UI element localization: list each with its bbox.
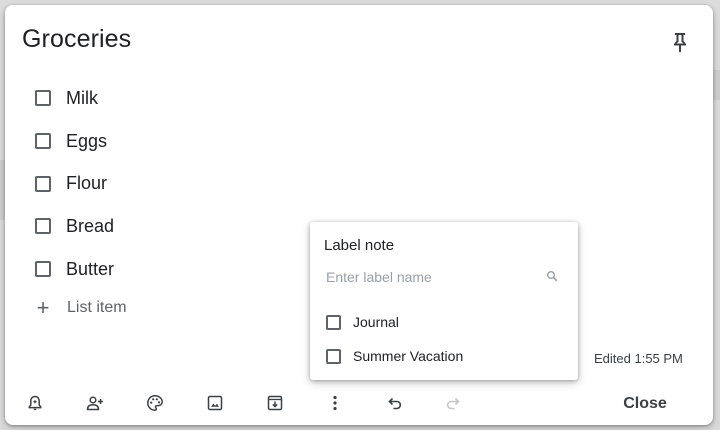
item-checkbox[interactable] xyxy=(35,175,51,192)
collaborator-icon xyxy=(86,396,103,411)
note-toolbar: Close xyxy=(5,385,713,419)
background-options-button[interactable] xyxy=(140,388,170,418)
pin-icon xyxy=(674,33,686,53)
item-text[interactable]: Bread xyxy=(66,216,114,237)
add-list-item[interactable]: + List item xyxy=(35,288,127,328)
item-checkbox[interactable] xyxy=(35,218,51,235)
item-text[interactable]: Butter xyxy=(66,259,114,280)
label-note-popup: Label note Journal Summer Vacation xyxy=(310,222,578,380)
label-checkbox[interactable] xyxy=(326,314,341,330)
redo-button[interactable] xyxy=(438,388,468,418)
checklist: Milk Eggs Flour Bread Butter + List item xyxy=(35,77,127,328)
undo-icon xyxy=(388,397,402,410)
label-name: Summer Vacation xyxy=(353,348,464,364)
label-search xyxy=(324,266,564,288)
label-option-summer-vacation[interactable]: Summer Vacation xyxy=(326,348,463,364)
image-icon xyxy=(207,395,223,411)
item-text[interactable]: Flour xyxy=(66,173,107,194)
plus-icon: + xyxy=(36,295,50,321)
undo-button[interactable] xyxy=(380,388,410,418)
remind-me-button[interactable] xyxy=(20,388,50,418)
remind-bell-icon xyxy=(28,395,42,411)
list-item: Eggs xyxy=(35,120,127,163)
item-checkbox[interactable] xyxy=(35,133,51,150)
background-strip xyxy=(713,70,720,100)
list-item: Milk xyxy=(35,77,127,120)
list-item: Flour xyxy=(35,162,127,205)
label-checkbox[interactable] xyxy=(326,348,341,364)
edited-timestamp: Edited 1:55 PM xyxy=(594,351,683,366)
pin-button[interactable] xyxy=(663,25,697,59)
palette-icon xyxy=(147,395,163,411)
archive-button[interactable] xyxy=(260,388,290,418)
search-icon xyxy=(546,269,558,287)
note-card: Groceries Milk Eggs Flour Bread Butter + xyxy=(5,5,713,425)
add-image-button[interactable] xyxy=(200,388,230,418)
collaborator-button[interactable] xyxy=(80,388,110,418)
archive-icon xyxy=(267,395,283,411)
close-button[interactable]: Close xyxy=(609,390,681,418)
list-item: Butter xyxy=(35,248,127,291)
list-item: Bread xyxy=(35,205,127,248)
popup-title: Label note xyxy=(324,237,395,254)
item-text[interactable]: Eggs xyxy=(66,131,107,152)
add-list-item-label: List item xyxy=(67,299,127,317)
item-text[interactable]: Milk xyxy=(66,88,98,109)
more-vert-icon xyxy=(333,395,337,411)
note-title[interactable]: Groceries xyxy=(22,25,131,54)
more-options-button[interactable] xyxy=(320,388,350,418)
redo-icon xyxy=(446,397,460,410)
label-name-input[interactable] xyxy=(324,266,534,288)
item-checkbox[interactable] xyxy=(35,90,51,107)
label-name: Journal xyxy=(353,314,399,330)
item-checkbox[interactable] xyxy=(35,261,51,278)
label-option-journal[interactable]: Journal xyxy=(326,314,399,330)
